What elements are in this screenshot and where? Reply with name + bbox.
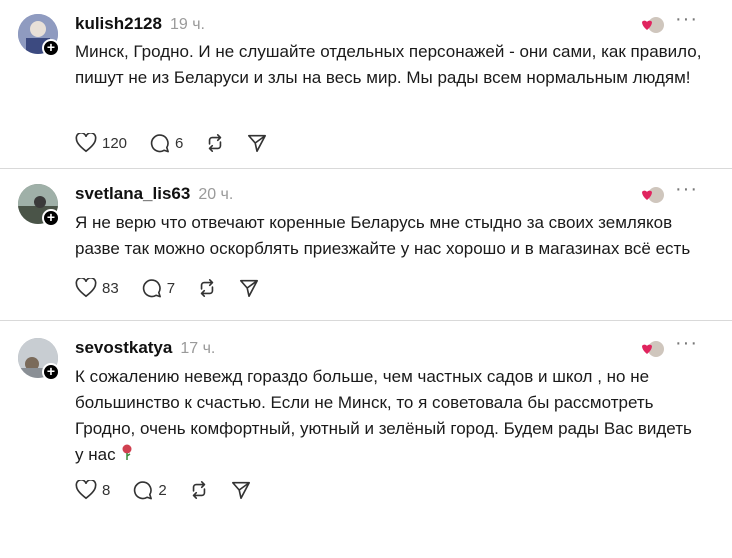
- follow-plus-icon[interactable]: +: [42, 363, 60, 381]
- share-button[interactable]: [239, 278, 259, 298]
- reply-button[interactable]: 6: [149, 133, 183, 153]
- username-text[interactable]: svetlana_lis63: [75, 184, 190, 203]
- repost-button[interactable]: [189, 480, 209, 500]
- post-text: К сожалению невежд гораздо больше, чем ч…: [75, 367, 692, 464]
- repost-icon: [192, 481, 205, 499]
- post: + sevostkatya 17 ч. ··· К сожалению невеж…: [0, 332, 732, 548]
- action-bar: 120 6: [75, 131, 289, 155]
- follow-plus-icon[interactable]: +: [42, 39, 60, 57]
- reply-count: 2: [158, 481, 167, 499]
- comment-icon: [150, 134, 169, 153]
- post-text: Минск, Гродно. И не слушайте отдельных п…: [75, 42, 702, 87]
- username[interactable]: kulish2128 19 ч.: [75, 14, 205, 34]
- reaction-avatar-icon: [642, 341, 664, 357]
- like-button[interactable]: 120: [75, 133, 127, 153]
- repost-icon: [209, 134, 222, 152]
- repost-button[interactable]: [205, 133, 225, 153]
- username-text[interactable]: sevostkatya: [75, 338, 172, 357]
- reply-count: 6: [175, 134, 184, 152]
- more-icon[interactable]: ···: [675, 332, 698, 355]
- repost-icon: [200, 279, 214, 297]
- more-icon[interactable]: ···: [675, 8, 698, 31]
- username-text[interactable]: kulish2128: [75, 14, 162, 33]
- rose-emoji-icon: [122, 444, 132, 460]
- post: + svetlana_lis63 20 ч. ··· Я не верю что …: [0, 178, 732, 314]
- heart-icon: [75, 133, 97, 153]
- post-text-wrap: К сожалению невежд гораздо больше, чем ч…: [75, 364, 705, 468]
- send-icon: [240, 279, 259, 297]
- share-button[interactable]: [231, 480, 251, 500]
- heart-icon: [75, 278, 97, 298]
- action-bar: 8 2: [75, 478, 273, 502]
- post: + kulish2128 19 ч. ··· Минск, Гродно. И н…: [0, 8, 732, 164]
- comment-icon: [134, 481, 153, 500]
- username[interactable]: sevostkatya 17 ч.: [75, 338, 215, 358]
- divider: [0, 168, 732, 169]
- heart-icon: [75, 480, 97, 500]
- username[interactable]: svetlana_lis63 20 ч.: [75, 184, 233, 204]
- divider: [0, 320, 732, 321]
- like-count: 83: [102, 279, 119, 297]
- post-time: 17 ч.: [180, 340, 216, 357]
- action-bar: 83 7: [75, 276, 281, 300]
- post-time: 20 ч.: [198, 186, 234, 203]
- reaction-avatar-icon: [642, 187, 664, 203]
- reply-button[interactable]: 7: [141, 278, 175, 298]
- post-text: Я не верю что отвечают коренные Беларусь…: [75, 213, 691, 258]
- post-time: 19 ч.: [169, 16, 205, 33]
- like-count: 8: [102, 481, 111, 499]
- reply-button[interactable]: 2: [132, 480, 167, 500]
- send-icon: [248, 134, 267, 152]
- like-button[interactable]: 83: [75, 278, 119, 298]
- share-button[interactable]: [247, 133, 267, 153]
- repost-button[interactable]: [197, 278, 217, 298]
- comment-icon: [142, 279, 161, 298]
- reply-count: 7: [166, 279, 176, 297]
- send-icon: [231, 481, 250, 499]
- more-icon[interactable]: ···: [675, 178, 698, 201]
- like-button[interactable]: 8: [75, 480, 110, 500]
- reaction-avatar-icon: [642, 17, 664, 33]
- follow-plus-icon[interactable]: +: [42, 209, 60, 227]
- like-count: 120: [102, 134, 128, 152]
